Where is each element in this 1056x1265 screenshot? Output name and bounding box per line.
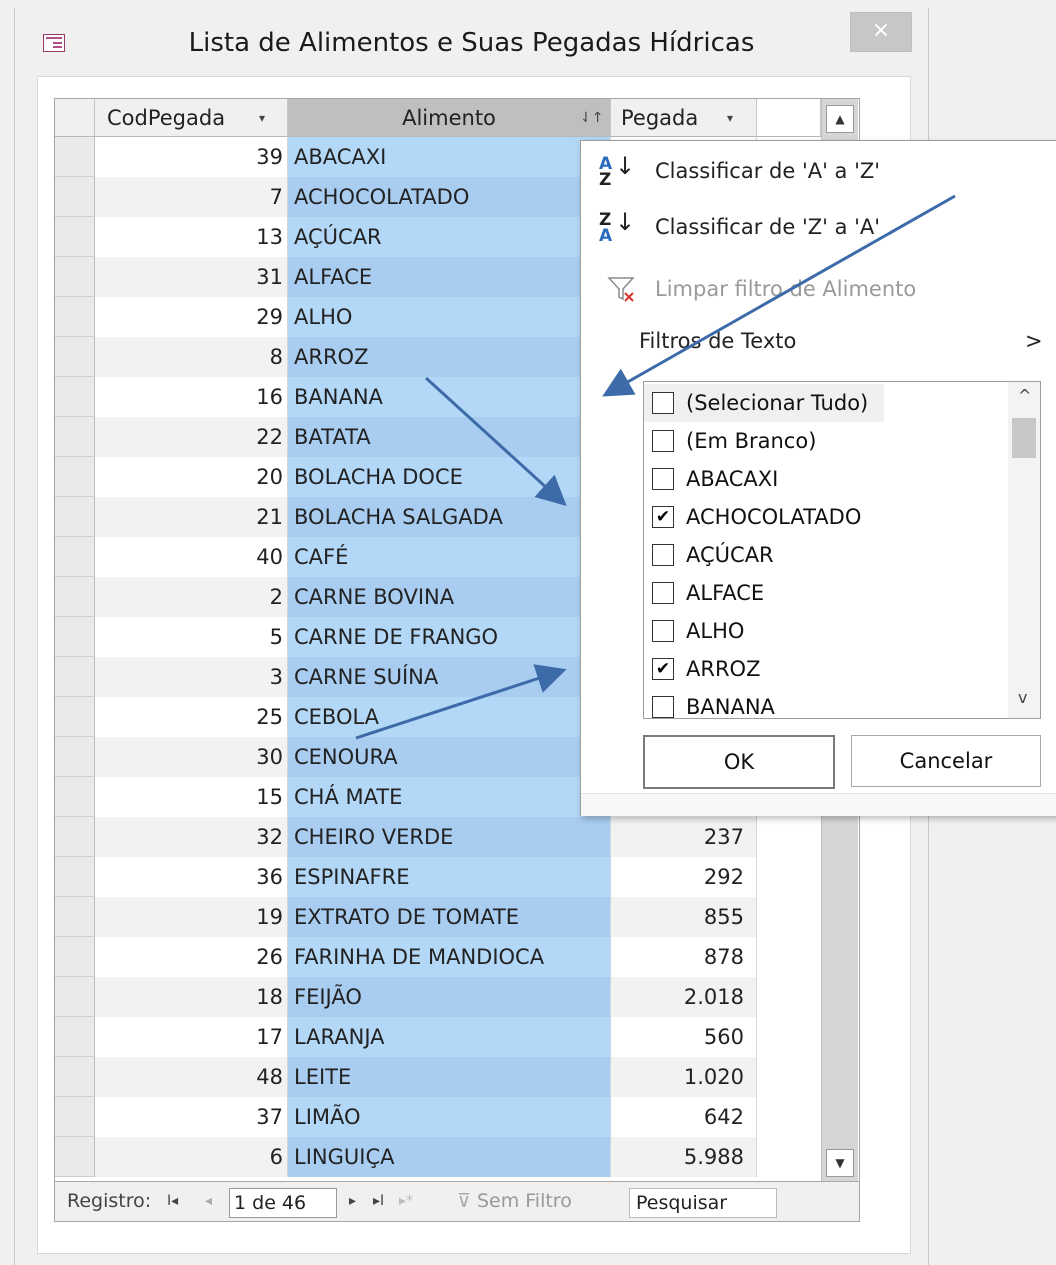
annotation-arrow — [424, 376, 567, 507]
annotation-arrows — [355, 194, 956, 740]
annotation-arrow — [602, 194, 956, 397]
annotation-arrow — [355, 664, 567, 740]
